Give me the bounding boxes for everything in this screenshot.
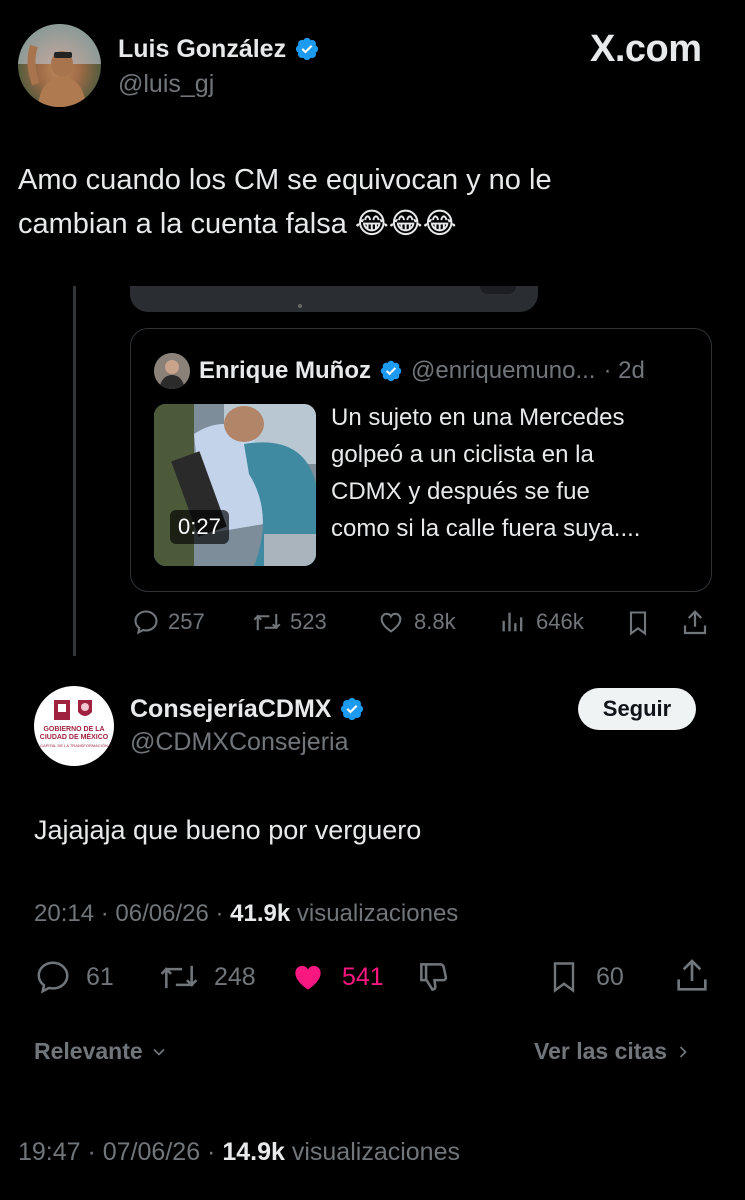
reply-bookmark-count: 60 [596, 962, 624, 991]
quoted-views-button[interactable]: 646k [498, 608, 584, 636]
tweet-text-line1: Amo cuando los CM se equivocan y no le [18, 164, 552, 196]
quoted-bookmark-button[interactable] [624, 609, 652, 642]
quoted-header: Enrique Muñoz @enriquemuno... · 2d [199, 357, 645, 385]
sort-label: Relevante [34, 1038, 143, 1064]
logo-text-line: GOBIERNO DE LA [43, 726, 105, 733]
reply-reply-button[interactable]: 61 [34, 958, 114, 996]
quoted-reply-count: 257 [168, 609, 205, 634]
retweet-icon [253, 613, 281, 631]
quoted-share-button[interactable] [680, 608, 710, 643]
quoted-author-avatar[interactable] [154, 353, 190, 389]
quoted-text-line: CDMX y después se fue [331, 478, 590, 505]
quoted-reply-button[interactable]: 257 [132, 608, 205, 636]
quoted-age: · 2d [603, 357, 645, 384]
view-quotes-link[interactable]: Ver las citas [534, 1038, 693, 1065]
reply-views-count: 41.9k [230, 900, 291, 927]
reply-views-label: visualizaciones [296, 900, 459, 927]
author-name-row[interactable]: Luis González [118, 32, 320, 66]
reply-icon [134, 610, 158, 635]
tweet-text: Amo cuando los CM se equivocan y no le c… [18, 158, 552, 246]
sort-dropdown[interactable]: Relevante [34, 1038, 169, 1065]
reply-author-row[interactable]: ConsejeríaCDMX [130, 692, 365, 726]
quoted-text: Un sujeto en una Mercedes golpeó a un ci… [331, 399, 640, 547]
quoted-views-count: 646k [536, 609, 584, 634]
reply-reply-count: 61 [86, 962, 114, 991]
verified-badge-icon [380, 360, 402, 382]
retweet-icon [160, 965, 198, 989]
reply-meta: 20:14 · 06/06/26 · 41.9k visualizaciones [34, 900, 458, 928]
reply-icon [37, 961, 69, 994]
chevron-right-icon [679, 1045, 687, 1058]
follow-button[interactable]: Seguir [578, 688, 696, 730]
views-icon [502, 612, 523, 632]
reply-like-button[interactable]: 541 [288, 958, 384, 996]
video-duration: 0:27 [170, 510, 229, 544]
main-tweet-meta: 19:47 · 07/06/26 · 14.9k visualizaciones [18, 1138, 460, 1167]
author-name[interactable]: Luis González [118, 35, 286, 64]
main-timestamp[interactable]: 19:47 · 07/06/26 · [18, 1138, 215, 1166]
person-icon [154, 353, 190, 389]
quoted-handle[interactable]: @enriquemuno... [411, 357, 595, 385]
quoted-video-thumbnail[interactable]: 0:27 [154, 404, 316, 566]
reply-author-name[interactable]: ConsejeríaCDMX [130, 695, 331, 724]
tweet-text-line2: cambian a la cuenta falsa 😂😂😂 [18, 208, 457, 240]
reply-retweet-button[interactable]: 248 [158, 958, 256, 996]
cdmx-logo-text: GOBIERNO DE LA CIUDAD DE MÉXICO CAPITAL … [34, 726, 114, 750]
chevron-down-icon [153, 1048, 165, 1056]
view-quotes-label: Ver las citas [534, 1038, 667, 1064]
quoted-like-count: 8.8k [414, 609, 456, 634]
reply-text: Jajajaja que bueno por verguero [34, 815, 422, 845]
bookmark-icon [629, 611, 647, 636]
like-icon [380, 612, 402, 633]
verified-badge-icon [295, 37, 319, 61]
reply-retweet-count: 248 [214, 962, 256, 991]
reply-share-button[interactable] [672, 956, 712, 1001]
logo-text-line: CIUDAD DE MÉXICO [39, 734, 109, 741]
quoted-text-line: golpeó a un ciclista en la [331, 441, 594, 468]
reply-author-handle[interactable]: @CDMXConsejeria [130, 728, 349, 757]
verified-badge-icon [341, 697, 364, 721]
bookmark-icon [553, 962, 575, 993]
quoted-author-name[interactable]: Enrique Muñoz [199, 357, 371, 385]
reply-bookmark-button[interactable]: 60 [546, 958, 624, 996]
logo-text-line: CAPITAL DE LA TRANSFORMACIÓN [40, 743, 108, 748]
share-icon [683, 610, 707, 635]
quoted-like-button[interactable]: 8.8k [376, 608, 456, 636]
thread-line [73, 286, 76, 656]
reply-timestamp[interactable]: 20:14 · 06/06/26 · [34, 900, 223, 927]
reply-like-count: 541 [342, 962, 384, 991]
share-icon [677, 959, 707, 991]
quoted-text-line: Un sujeto en una Mercedes [331, 404, 625, 431]
like-icon [295, 965, 321, 990]
author-avatar[interactable] [18, 24, 101, 107]
brand-logo: X.com [590, 28, 702, 70]
main-views-count: 14.9k [222, 1138, 285, 1166]
avatar-person-icon [18, 24, 101, 107]
reply-dislike-button[interactable] [414, 958, 454, 1001]
quoted-tweet-card[interactable]: Enrique Muñoz @enriquemuno... · 2d 0:27 … [130, 328, 712, 592]
embedded-image-bottom [130, 286, 538, 312]
main-views-label: visualizaciones [291, 1138, 460, 1166]
quoted-text-line: como si la calle fuera suya.... [331, 515, 641, 542]
author-handle[interactable]: @luis_gj [118, 70, 214, 99]
reply-author-avatar[interactable]: GOBIERNO DE LA CIUDAD DE MÉXICO CAPITAL … [34, 686, 114, 766]
dislike-icon [420, 963, 448, 991]
quoted-retweet-count: 523 [290, 609, 327, 634]
quoted-retweet-button[interactable]: 523 [252, 608, 327, 636]
